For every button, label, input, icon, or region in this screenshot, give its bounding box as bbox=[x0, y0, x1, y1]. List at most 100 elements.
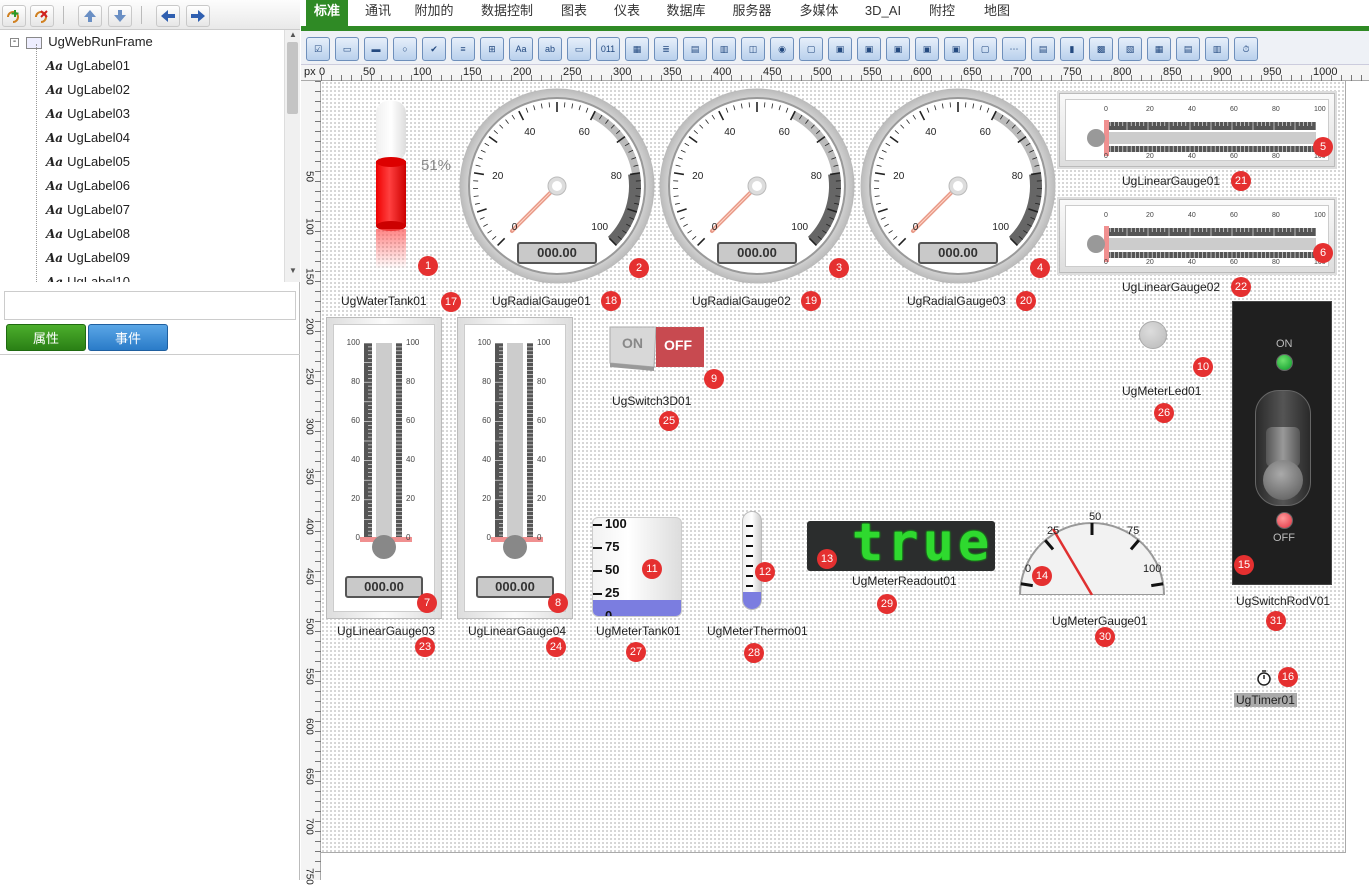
tab-6[interactable]: 数据库 bbox=[658, 0, 714, 26]
component-tool-icon[interactable]: ▬ bbox=[364, 37, 388, 61]
add-icon[interactable] bbox=[2, 5, 26, 27]
component-tool-icon[interactable]: ▩ bbox=[1089, 37, 1113, 61]
widget-label: UgRadialGauge03 bbox=[907, 294, 1006, 308]
component-tool-icon[interactable]: ▤ bbox=[1176, 37, 1200, 61]
water-tank-widget[interactable] bbox=[371, 101, 461, 273]
component-tool-icon[interactable]: ▢ bbox=[799, 37, 823, 61]
radial-gauge-widget[interactable]: 020406080100000.00 bbox=[859, 87, 1057, 285]
property-input[interactable] bbox=[4, 291, 296, 320]
component-tool-icon[interactable]: ▣ bbox=[828, 37, 852, 61]
tab-1[interactable]: 通讯 bbox=[358, 0, 398, 26]
radial-gauge-widget[interactable]: 020406080100000.00 bbox=[658, 87, 856, 285]
gauge-tick-label: 40 bbox=[722, 127, 738, 138]
tab-7[interactable]: 服务器 bbox=[725, 0, 779, 26]
tree-item[interactable]: AaUgLabel09 bbox=[46, 246, 130, 270]
component-tool-icon[interactable]: ▭ bbox=[567, 37, 591, 61]
tree-item[interactable]: AaUgLabel06 bbox=[46, 174, 130, 198]
ruler-tick: 550 bbox=[304, 663, 315, 691]
delete-icon[interactable] bbox=[30, 5, 54, 27]
component-tool-icon[interactable]: Aa bbox=[509, 37, 533, 61]
component-tool-icon[interactable]: ⊞ bbox=[480, 37, 504, 61]
component-tool-icon[interactable]: ▣ bbox=[886, 37, 910, 61]
ruler-tick: 150 bbox=[304, 263, 315, 291]
label-icon: Aa bbox=[46, 155, 63, 169]
left-toolbar bbox=[0, 0, 300, 30]
properties-button[interactable]: 属性 bbox=[6, 324, 86, 351]
vertical-linear-gauge-widget[interactable]: 100100808060604040202000000.00 bbox=[457, 317, 573, 619]
component-tool-icon[interactable]: ◫ bbox=[741, 37, 765, 61]
switch-rod-widget[interactable]: ON OFF bbox=[1232, 301, 1332, 585]
component-tool-icon[interactable]: ▣ bbox=[857, 37, 881, 61]
gauge-tick-label: 40 bbox=[522, 127, 538, 138]
meter-thermo-widget[interactable] bbox=[742, 511, 762, 610]
component-tool-icon[interactable]: ▥ bbox=[1205, 37, 1229, 61]
component-tool-icon[interactable]: ▦ bbox=[1147, 37, 1171, 61]
tab-5[interactable]: 仪表 bbox=[606, 0, 648, 26]
tab-9[interactable]: 3D_AI bbox=[857, 0, 909, 26]
tree-item[interactable]: AaUgLabel03 bbox=[46, 102, 130, 126]
tab-3[interactable]: 数据控制 bbox=[474, 0, 540, 26]
radial-gauge-widget[interactable]: 020406080100000.00 bbox=[458, 87, 656, 285]
tab-2[interactable]: 附加的 bbox=[408, 0, 460, 26]
component-tool-icon[interactable]: ⋯ bbox=[1002, 37, 1026, 61]
tree-item[interactable]: AaUgLabel04 bbox=[46, 126, 130, 150]
meter-tank-widget[interactable]: 1007550250 bbox=[592, 517, 682, 617]
tab-8[interactable]: 多媒体 bbox=[791, 0, 847, 26]
component-tool-icon[interactable]: ▤ bbox=[683, 37, 707, 61]
component-tool-icon[interactable]: 011 bbox=[596, 37, 620, 61]
tree-item[interactable]: AaUgLabel02 bbox=[46, 78, 130, 102]
component-tool-icon[interactable]: ≣ bbox=[654, 37, 678, 61]
tree-item[interactable]: AaUgLabel08 bbox=[46, 222, 130, 246]
label-icon: Aa bbox=[46, 227, 63, 241]
tab-11[interactable]: 地图 bbox=[973, 0, 1021, 26]
design-canvas[interactable]: 51% 1 UgWaterTank01 17 020406080100000.0… bbox=[321, 81, 1346, 853]
component-tool-icon[interactable]: ▣ bbox=[944, 37, 968, 61]
canvas-scrollbar[interactable] bbox=[1346, 81, 1369, 880]
component-tool-icon[interactable]: ○ bbox=[393, 37, 417, 61]
horizontal-linear-gauge-widget[interactable]: 002020404060608080100100 bbox=[1057, 197, 1337, 275]
gauge-tick-label: 60 bbox=[977, 127, 993, 138]
badge: 8 bbox=[548, 593, 568, 613]
tab-0[interactable]: 标准 bbox=[306, 0, 348, 26]
component-tool-icon[interactable]: ab bbox=[538, 37, 562, 61]
tree-item[interactable]: AaUgLabel07 bbox=[46, 198, 130, 222]
component-tool-icon[interactable]: ☑ bbox=[306, 37, 330, 61]
component-tool-icon[interactable]: ✔ bbox=[422, 37, 446, 61]
component-tool-icon[interactable]: ▤ bbox=[1031, 37, 1055, 61]
horizontal-linear-gauge-widget[interactable]: 002020404060608080100100 bbox=[1057, 91, 1337, 169]
component-tool-icon[interactable]: ▦ bbox=[625, 37, 649, 61]
arrow-left-icon[interactable] bbox=[156, 5, 180, 27]
badge: 4 bbox=[1030, 258, 1050, 278]
led-widget[interactable] bbox=[1139, 321, 1167, 349]
component-tool-icon[interactable]: ▮ bbox=[1060, 37, 1084, 61]
widget-label: UgSwitch3D01 bbox=[612, 394, 691, 408]
gauge-tick-label: 20 bbox=[471, 494, 491, 503]
component-tool-icon[interactable]: ▧ bbox=[1118, 37, 1142, 61]
tree-scrollbar[interactable]: ▲▼ bbox=[284, 30, 300, 282]
tree-item[interactable]: AaUgLabel01 bbox=[46, 54, 130, 78]
badge: 17 bbox=[441, 292, 461, 312]
timer-icon[interactable] bbox=[1255, 669, 1273, 687]
events-button[interactable]: 事件 bbox=[88, 324, 168, 351]
component-tool-icon[interactable]: ◉ bbox=[770, 37, 794, 61]
gauge-tick-label: 80 bbox=[537, 377, 546, 386]
tree-item[interactable]: AaUgLabel05 bbox=[46, 150, 130, 174]
switch-3d-widget[interactable]: ON OFF bbox=[608, 323, 706, 371]
component-tool-icon[interactable]: ▣ bbox=[915, 37, 939, 61]
component-tool-icon[interactable]: ▢ bbox=[973, 37, 997, 61]
move-down-icon[interactable] bbox=[108, 5, 132, 27]
vertical-linear-gauge-widget[interactable]: 100100808060604040202000000.00 bbox=[326, 317, 442, 619]
tab-4[interactable]: 图表 bbox=[552, 0, 596, 26]
tab-10[interactable]: 附控 bbox=[921, 0, 963, 26]
component-tool-icon[interactable]: ⏱ bbox=[1234, 37, 1258, 61]
move-up-icon[interactable] bbox=[78, 5, 102, 27]
collapse-icon[interactable]: - bbox=[10, 38, 19, 47]
tree-item[interactable]: AaUgLabel10 bbox=[46, 270, 130, 282]
gauge-tick-label: 0 bbox=[1104, 153, 1108, 160]
component-tool-icon[interactable]: ≡ bbox=[451, 37, 475, 61]
component-tool-icon[interactable]: ▥ bbox=[712, 37, 736, 61]
tree-root[interactable]: - UgWebRunFrame bbox=[10, 30, 153, 54]
arrow-right-icon[interactable] bbox=[186, 5, 210, 27]
badge: 5 bbox=[1313, 137, 1333, 157]
component-tool-icon[interactable]: ▭ bbox=[335, 37, 359, 61]
